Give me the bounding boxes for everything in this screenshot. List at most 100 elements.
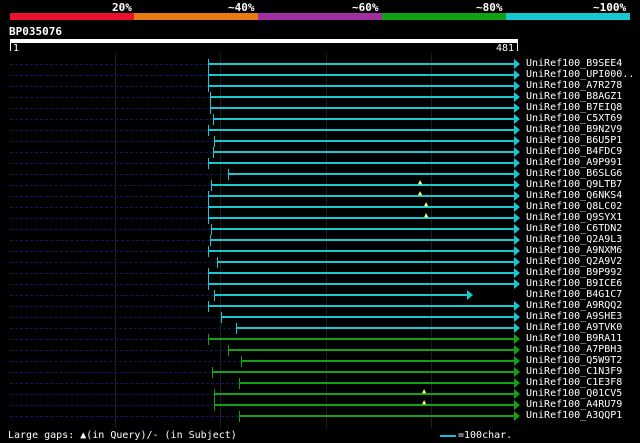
unaligned-region: [10, 218, 208, 219]
hit-name-link[interactable]: UniRef100_B9SEE4: [526, 58, 622, 69]
alignment-bar[interactable]: [208, 250, 514, 252]
alignment-bar[interactable]: [228, 349, 514, 351]
alignment-bar[interactable]: [208, 74, 514, 76]
hit-name-link[interactable]: UniRef100_A9RQQ2: [526, 300, 622, 311]
hit-name-link[interactable]: UniRef100_C5XT69: [526, 113, 622, 124]
alignment-bar[interactable]: [211, 228, 514, 230]
alignment-bar[interactable]: [210, 239, 514, 241]
alignment-arrow-icon: [514, 125, 520, 135]
hit-name-link[interactable]: UniRef100_B9N2V9: [526, 124, 622, 135]
hit-name-link[interactable]: UniRef100_A4RU79: [526, 399, 622, 410]
hit-name-link[interactable]: UniRef100_C1E3F8: [526, 377, 622, 388]
hit-name-link[interactable]: UniRef100_Q9LTB7: [526, 179, 622, 190]
alignment-bar[interactable]: [236, 327, 514, 329]
hit-name-link[interactable]: UniRef100_Q2A9L3: [526, 234, 622, 245]
unaligned-region: [10, 416, 239, 417]
unaligned-region: [10, 141, 214, 142]
hit-name-link[interactable]: UniRef100_A3QQP1: [526, 410, 622, 421]
legend-segment: [10, 13, 134, 20]
unaligned-region: [10, 317, 221, 318]
unaligned-region: [10, 174, 228, 175]
unaligned-region: [10, 152, 213, 153]
alignment-arrow-icon: [514, 136, 520, 146]
unaligned-region: [10, 119, 213, 120]
alignment-bar[interactable]: [213, 118, 514, 120]
alignment-arrow-icon: [514, 367, 520, 377]
alignment-bar[interactable]: [208, 283, 514, 285]
hit-name-link[interactable]: UniRef100_A7R278: [526, 80, 622, 91]
hit-row[interactable]: UniRef100_A3QQP1: [0, 410, 640, 422]
unaligned-region: [10, 163, 208, 164]
alignment-arrow-icon: [514, 323, 520, 333]
alignment-bar[interactable]: [211, 184, 514, 186]
hit-name-link[interactable]: UniRef100_C6TDN2: [526, 223, 622, 234]
unaligned-region: [10, 196, 208, 197]
alignment-bar[interactable]: [214, 404, 514, 406]
unaligned-region: [10, 394, 214, 395]
alignment-bar[interactable]: [213, 151, 514, 153]
alignment-arrow-icon: [514, 312, 520, 322]
alignment-bar[interactable]: [239, 382, 514, 384]
alignment-bar[interactable]: [214, 140, 514, 142]
alignment-bar[interactable]: [214, 294, 467, 296]
large-gaps-legend: Large gaps: ▲(in Query)/- (in Subject): [8, 430, 237, 441]
unaligned-region: [10, 229, 211, 230]
unaligned-region: [10, 108, 210, 109]
hit-name-link[interactable]: UniRef100_B9RA11: [526, 333, 622, 344]
unaligned-region: [10, 86, 208, 87]
hit-name-link[interactable]: UniRef100_Q2A9V2: [526, 256, 622, 267]
alignment-bar[interactable]: [208, 272, 514, 274]
alignment-bar[interactable]: [208, 338, 514, 340]
hit-name-link[interactable]: UniRef100_C1N3F9: [526, 366, 622, 377]
alignment-bar[interactable]: [208, 305, 514, 307]
alignment-arrow-icon: [514, 268, 520, 278]
hit-name-link[interactable]: UniRef100_Q5W9T2: [526, 355, 622, 366]
alignment-bar[interactable]: [208, 129, 514, 131]
scale-legend-line: [440, 435, 456, 437]
alignment-bar[interactable]: [241, 360, 514, 362]
unaligned-region: [10, 306, 208, 307]
unaligned-region: [10, 328, 236, 329]
hit-name-link[interactable]: UniRef100_Q9SYX1: [526, 212, 622, 223]
query-gap-icon: ▲: [418, 178, 423, 186]
hit-name-link[interactable]: UniRef100_A7PBH3: [526, 344, 622, 355]
alignment-arrow-icon: [514, 169, 520, 179]
unaligned-region: [10, 295, 214, 296]
alignment-bar[interactable]: [221, 316, 514, 318]
hit-name-link[interactable]: UniRef100_Q01CV5: [526, 388, 622, 399]
hit-name-link[interactable]: UniRef100_Q8LC02: [526, 201, 622, 212]
hit-name-link[interactable]: UniRef100_B7EIQ8: [526, 102, 622, 113]
alignment-arrow-icon: [514, 147, 520, 157]
hit-name-link[interactable]: UniRef100_A9P991: [526, 157, 622, 168]
alignment-bar[interactable]: [228, 173, 514, 175]
hit-name-link[interactable]: UniRef100_A9SHE3: [526, 311, 622, 322]
hit-name-link[interactable]: UniRef100_B4FDC9: [526, 146, 622, 157]
alignment-bar[interactable]: [210, 107, 514, 109]
alignment-bar[interactable]: [210, 96, 514, 98]
unaligned-region: [10, 273, 208, 274]
alignment-bar[interactable]: [208, 195, 514, 197]
alignment-arrow-icon: [514, 235, 520, 245]
hit-name-link[interactable]: UniRef100_B6U5P1: [526, 135, 622, 146]
hit-name-link[interactable]: UniRef100_A9NXM6: [526, 245, 622, 256]
hit-name-link[interactable]: UniRef100_B8AGZ1: [526, 91, 622, 102]
hit-name-link[interactable]: UniRef100_B9P992: [526, 267, 622, 278]
alignment-bar[interactable]: [217, 261, 514, 263]
hit-name-link[interactable]: UniRef100_B9ICE6: [526, 278, 622, 289]
alignment-bar[interactable]: [239, 415, 514, 417]
alignment-arrow-icon: [514, 334, 520, 344]
alignment-bar[interactable]: [208, 217, 514, 219]
alignment-bar[interactable]: [214, 393, 514, 395]
alignment-bar[interactable]: [212, 371, 514, 373]
alignment-arrow-icon: [514, 411, 520, 421]
alignment-bar[interactable]: [208, 85, 514, 87]
hit-name-link[interactable]: UniRef100_A9TVK0: [526, 322, 622, 333]
hit-name-link[interactable]: UniRef100_Q6NKS4: [526, 190, 622, 201]
alignment-bar[interactable]: [208, 63, 514, 65]
hit-name-link[interactable]: UniRef100_B6SLG6: [526, 168, 622, 179]
hit-name-link[interactable]: UniRef100_UPI000..: [526, 69, 634, 80]
identity-color-legend: [10, 13, 630, 20]
alignment-bar[interactable]: [208, 206, 514, 208]
alignment-bar[interactable]: [208, 162, 514, 164]
hit-name-link[interactable]: UniRef100_B4G1C7: [526, 289, 622, 300]
